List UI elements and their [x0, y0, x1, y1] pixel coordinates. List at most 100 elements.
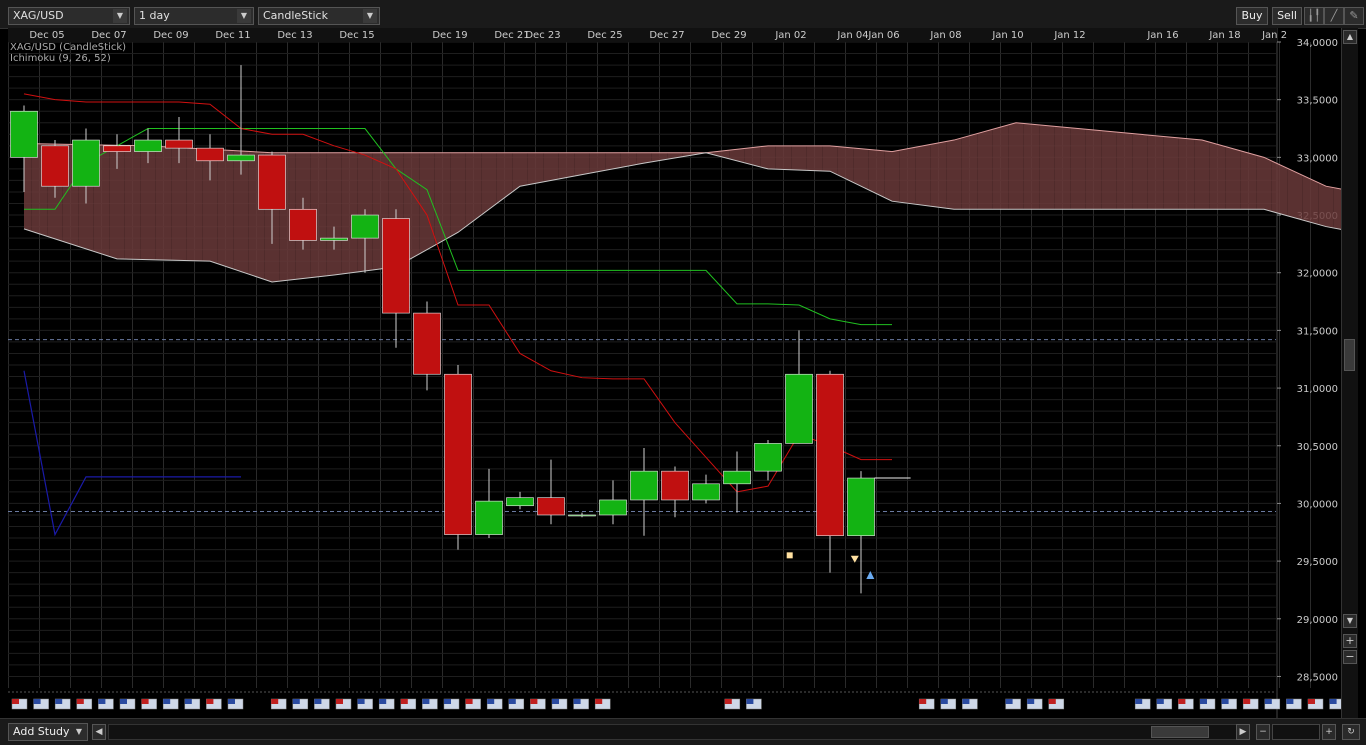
- pencil-icon[interactable]: ✎: [1344, 7, 1364, 25]
- draw-line-icon[interactable]: ╱: [1324, 7, 1344, 25]
- event-flag-canton: [573, 699, 581, 704]
- cloud-segment: [946, 140, 954, 210]
- chevron-down-icon: ▼: [237, 9, 251, 23]
- scroll-down-button[interactable]: ▼: [1343, 614, 1357, 628]
- candle-body: [568, 514, 596, 517]
- x-tick-label: Dec 25: [587, 30, 622, 41]
- cloud-segment: [241, 151, 249, 275]
- event-flag-canton: [1027, 699, 1035, 704]
- zoom-in-button[interactable]: +: [1343, 634, 1357, 648]
- cloud-segment: [1318, 182, 1326, 227]
- cloud-segment: [868, 149, 877, 194]
- x-tick-label: Jan 06: [867, 30, 899, 41]
- cloud-segment: [543, 152, 551, 182]
- event-flag-canton: [120, 699, 127, 704]
- cloud-segment: [620, 152, 629, 168]
- horizontal-scroll-thumb[interactable]: [1151, 726, 1209, 738]
- cloud-segment: [450, 152, 458, 237]
- candle-body: [165, 139, 193, 149]
- cloud-segment: [465, 152, 474, 227]
- cloud-segment: [155, 146, 164, 261]
- event-flag-canton: [98, 699, 106, 704]
- event-flag-canton: [206, 699, 214, 704]
- cloud-segment: [341, 152, 350, 275]
- event-flag-canton: [724, 699, 732, 704]
- cloud-segment: [1194, 139, 1202, 210]
- symbol-select[interactable]: XAG/USD ▼: [8, 7, 130, 25]
- zoom-slider[interactable]: [1272, 724, 1320, 740]
- candle-body: [413, 312, 441, 375]
- cloud-segment: [636, 152, 644, 165]
- candle-body: [847, 477, 875, 537]
- event-flag-canton: [487, 699, 495, 704]
- candle-body: [10, 110, 38, 158]
- candle-body: [537, 497, 565, 516]
- price-chart[interactable]: Dec 05 Dec 07 Dec 09 Dec 11 Dec 13 Dec 15 Dec …: [8, 28, 1358, 718]
- chart-type-select[interactable]: CandleStick ▼: [258, 7, 380, 25]
- scroll-up-button[interactable]: ▲: [1343, 30, 1357, 44]
- sell-button[interactable]: Sell: [1272, 7, 1302, 25]
- chart-type-value: CandleStick: [263, 9, 328, 22]
- cloud-segment: [1240, 150, 1249, 210]
- cloud-segment: [1302, 175, 1311, 223]
- vertical-scrollbar[interactable]: ▲ ▼ + −: [1341, 28, 1358, 718]
- horizontal-scrollbar[interactable]: [108, 724, 1250, 740]
- cloud-segment: [210, 149, 218, 264]
- x-tick-label: Jan 02: [774, 30, 806, 41]
- event-flag-canton: [595, 699, 603, 704]
- cloud-segment: [744, 147, 753, 165]
- cloud-segment: [1209, 142, 1218, 210]
- y-tick-label: 32,0000: [1297, 269, 1338, 280]
- cloud-segment: [365, 152, 373, 271]
- cloud-segment: [775, 145, 784, 170]
- cloud-segment: [109, 145, 117, 259]
- add-study-button[interactable]: Add Study ▼: [8, 723, 88, 741]
- cloud-segment: [853, 147, 861, 187]
- zoom-out-button[interactable]: −: [1343, 650, 1357, 664]
- cloud-segment: [117, 145, 125, 260]
- candle-body: [72, 139, 100, 187]
- cloud-segment: [535, 152, 544, 184]
- cloud-segment: [148, 145, 156, 260]
- zoom-in-h-button[interactable]: +: [1322, 724, 1336, 740]
- cloud-segment: [791, 145, 799, 171]
- cloud-segment: [442, 152, 451, 241]
- x-tick-label: Jan 16: [1146, 30, 1178, 41]
- y-tick-label: 28,5000: [1297, 672, 1338, 683]
- bars-icon[interactable]: ╽╿: [1304, 7, 1324, 25]
- cloud-segment: [504, 152, 513, 198]
- candle-body: [351, 214, 379, 239]
- plot-background: [8, 28, 1341, 718]
- event-flag-canton: [940, 699, 948, 704]
- chevron-down-icon: ▼: [75, 727, 83, 736]
- cloud-segment: [1078, 128, 1086, 210]
- cloud-segment: [605, 152, 613, 171]
- candle-body: [816, 373, 844, 537]
- zoom-out-h-button[interactable]: −: [1256, 724, 1270, 740]
- cloud-segment: [1016, 122, 1024, 210]
- cloud-segment: [783, 145, 792, 170]
- buy-button[interactable]: Buy: [1236, 7, 1268, 25]
- scroll-left-button[interactable]: ◀: [92, 724, 106, 740]
- chevron-down-icon: ▼: [113, 9, 127, 23]
- cloud-segment: [1070, 127, 1078, 210]
- cloud-segment: [1333, 187, 1342, 230]
- cloud-segment: [760, 145, 768, 169]
- cloud-segment: [822, 145, 830, 172]
- vertical-scroll-thumb[interactable]: [1344, 339, 1355, 371]
- chart-area[interactable]: Dec 05 Dec 07 Dec 09 Dec 11 Dec 13 Dec 15 Dec …: [8, 28, 1358, 718]
- cloud-segment: [899, 148, 908, 204]
- reset-icon[interactable]: ↻: [1342, 724, 1360, 740]
- cloud-segment: [582, 152, 590, 175]
- cloud-segment: [132, 145, 141, 260]
- cloud-segment: [752, 146, 761, 167]
- scroll-right-button[interactable]: ▶: [1236, 724, 1250, 740]
- interval-select[interactable]: 1 day ▼: [134, 7, 254, 25]
- event-flag-canton: [12, 699, 19, 704]
- event-flag-canton: [1243, 699, 1251, 704]
- interval-value: 1 day: [139, 9, 170, 22]
- cloud-segment: [876, 150, 885, 198]
- cloud-segment: [1271, 160, 1280, 214]
- top-toolbar: XAG/USD ▼ 1 day ▼ CandleStick ▼ Buy Sell…: [0, 0, 1366, 29]
- event-flag-canton: [292, 699, 300, 704]
